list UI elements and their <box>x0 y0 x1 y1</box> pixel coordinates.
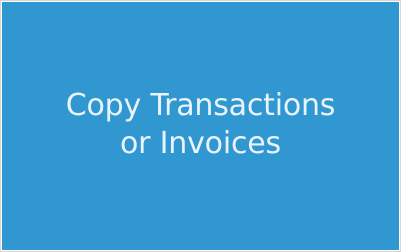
copy-transactions-tile[interactable]: Copy Transactions or Invoices <box>0 0 401 252</box>
tile-background: Copy Transactions or Invoices <box>2 2 399 250</box>
tile-label-line-1: Copy Transactions <box>65 88 336 123</box>
tile-label: Copy Transactions or Invoices <box>66 87 336 163</box>
tile-label-line-2: or Invoices <box>120 126 281 161</box>
